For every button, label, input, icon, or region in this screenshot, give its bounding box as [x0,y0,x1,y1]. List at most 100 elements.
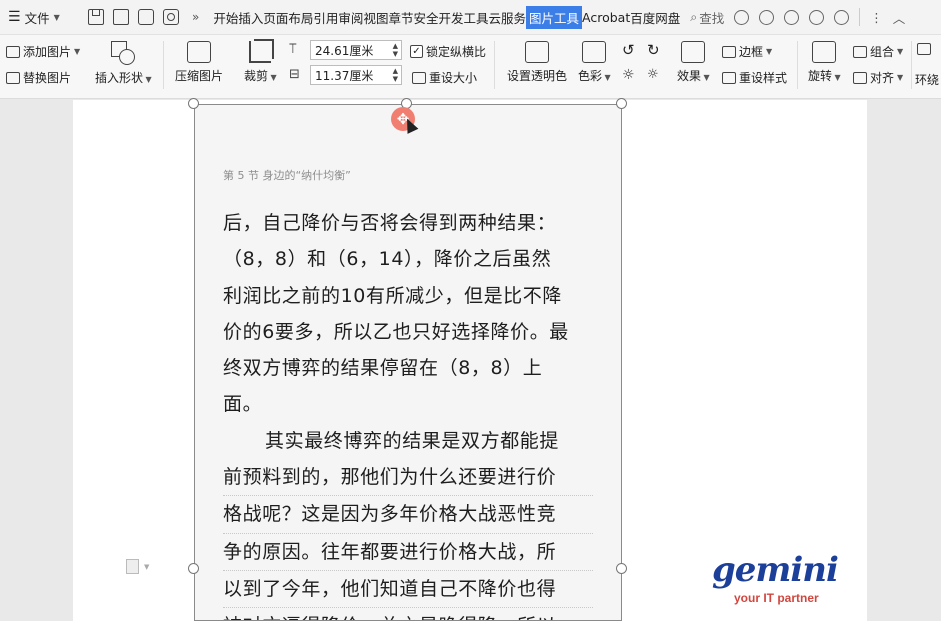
settings-icon[interactable] [834,9,850,25]
more-options-icon[interactable]: ⋮ [870,10,883,25]
align-label: 对齐 [870,71,895,85]
tab-start[interactable]: 开始 [213,6,238,29]
gemini-logo: gemini your IT partner [712,553,846,609]
search-icon: ⌕ [690,9,698,24]
border-label: 边框 [739,45,764,59]
resize-handle-top-right[interactable] [616,98,627,109]
width-input[interactable]: 11.37厘米 ▲ ▼ [310,65,402,85]
lock-ratio-label: 锁定纵横比 [426,45,487,59]
wrap-button[interactable]: 环绕 [915,71,939,88]
wrap-icon-button[interactable] [917,43,931,55]
selected-picture[interactable]: 第 5 节 身边的“纳什均衡” 后，自己降价与否将会得到两种结果： （8，8）和… [194,104,622,621]
ribbon-divider [163,41,164,89]
cloud-sync-icon[interactable] [734,9,750,25]
tab-page[interactable]: 页面 [263,6,288,29]
width-stepper[interactable]: ▲ ▼ [393,67,398,83]
text-line: 被对方逼得降价，总之是晚得降，所以 [223,608,593,620]
height-stepper[interactable]: ▲ ▼ [393,42,398,58]
color-label: 色彩 [578,69,603,83]
tab-acrobat[interactable]: Acrobat [582,8,630,27]
save-icon[interactable] [88,9,104,25]
quick-access-toolbar: » [78,9,199,25]
tab-cloud[interactable]: 云服务 [489,6,527,29]
logo-tagline: your IT partner [734,591,819,605]
replace-picture-button[interactable]: 替换图片 [6,69,71,86]
checkmark-icon: ✓ [410,45,423,58]
tab-view[interactable]: 视图 [363,6,388,29]
tab-review[interactable]: 审阅 [338,6,363,29]
rotate-right-icon[interactable]: ↻ [647,41,660,59]
effects-label: 效果 [677,69,702,83]
compress-picture-icon [187,41,211,63]
insert-shape-icon [111,41,136,65]
resize-handle-right[interactable] [616,563,627,574]
text-line: 格战呢？这是因为多年价格大战恶性竞 [223,496,593,534]
height-input[interactable]: 24.61厘米 ▲ ▼ [310,40,402,60]
text-line: 价的6要多，所以乙也只好选择降价。最 [223,320,569,343]
border-button[interactable]: 边框 ▼ [722,43,772,60]
chevron-down-icon: ▼ [897,47,904,56]
export-pdf-icon[interactable] [113,9,129,25]
user-icon[interactable] [759,9,775,25]
crop-button[interactable]: 裁剪 ▼ [244,39,277,84]
picture-tools-ribbon: 添加图片 ▼ 替换图片 插入形状 ▼ 压缩图片 裁剪 ▼ ⟙ 24.61厘米 ▲… [0,35,941,99]
tab-insert[interactable]: 插入 [238,6,263,29]
file-menu[interactable]: ☰ 文件 ▼ [0,8,78,27]
comment-icon[interactable] [784,9,800,25]
compress-picture-label: 压缩图片 [175,69,224,83]
tab-sections[interactable]: 章节 [388,6,413,29]
insert-shape-button[interactable]: 插入形状 ▼ [95,41,152,86]
reset-style-icon [722,71,736,84]
tab-layout[interactable]: 布局 [288,6,313,29]
chevron-down-icon: ▼ [53,12,60,22]
crop-icon [249,39,275,63]
chevron-down-icon[interactable]: ▼ [144,563,149,571]
tab-picture-tools[interactable]: 图片工具 [526,5,583,29]
text-line: 以到了今年，他们知道自己不降价也得 [223,571,593,609]
reset-size-icon [412,71,426,84]
color-button[interactable]: 色彩 ▼ [578,41,611,84]
replace-picture-label: 替换图片 [23,71,72,85]
reset-size-button[interactable]: 重设大小 [412,69,477,86]
compress-picture-button[interactable]: 压缩图片 [175,41,223,84]
search-button[interactable]: ⌕ 查找 [690,8,724,27]
effects-icon [681,41,706,63]
rotate-left-icon[interactable]: ↺ [622,41,635,59]
set-transparent-button[interactable]: 设置透明色 [507,41,567,84]
text-line: 面。 [223,393,263,416]
chevron-down-icon: ▼ [766,47,773,56]
align-icon [853,71,867,84]
menu-bar: ☰ 文件 ▼ » 开始 插入 页面 布局 引用 审阅 视图 章节 安全 开发工具… [0,0,941,35]
brightness-up-icon[interactable]: ☼ [622,67,635,83]
text-line: 前预料到的，那他们为什么还要进行价 [223,459,593,497]
add-picture-label: 添加图片 [23,45,72,59]
chevron-down-icon: ▼ [602,73,611,82]
ribbon-divider [797,41,798,89]
brightness-down-icon[interactable]: ☼ [647,67,659,82]
resize-handle-top-left[interactable] [188,98,199,109]
tab-security[interactable]: 安全 [413,6,438,29]
group-button[interactable]: 组合 ▼ [853,43,903,60]
ribbon-tabs: 开始 插入 页面 布局 引用 审阅 视图 章节 安全 开发工具 云服务 图片工具… [213,5,680,29]
add-picture-button[interactable]: 添加图片 ▼ [6,43,80,60]
align-button[interactable]: 对齐 ▼ [853,69,903,86]
collapse-ribbon-icon[interactable]: ︿ [893,8,906,27]
tab-references[interactable]: 引用 [313,6,338,29]
tab-developer[interactable]: 开发工具 [438,6,488,29]
share-icon[interactable] [809,9,825,25]
insert-shape-label: 插入形状 [95,71,144,85]
height-icon: ⟙ [289,42,297,57]
effects-button[interactable]: 效果 ▼ [677,41,710,84]
reset-style-button[interactable]: 重设样式 [722,69,787,86]
reset-size-label: 重设大小 [429,71,478,85]
transparent-color-icon [525,41,549,63]
more-chevron-icon[interactable]: » [192,10,199,24]
document-icon[interactable] [126,559,139,574]
print-preview-icon[interactable] [163,9,179,25]
text-line: 后，自己降价与否将会得到两种结果： [223,212,557,234]
rotate-button[interactable]: 旋转 ▼ [808,41,841,84]
lock-ratio-checkbox[interactable]: ✓ 锁定纵横比 [410,43,486,60]
resize-handle-left[interactable] [188,563,199,574]
print-icon[interactable] [138,9,154,25]
tab-baidu-netdisk[interactable]: 百度网盘 [630,6,680,29]
